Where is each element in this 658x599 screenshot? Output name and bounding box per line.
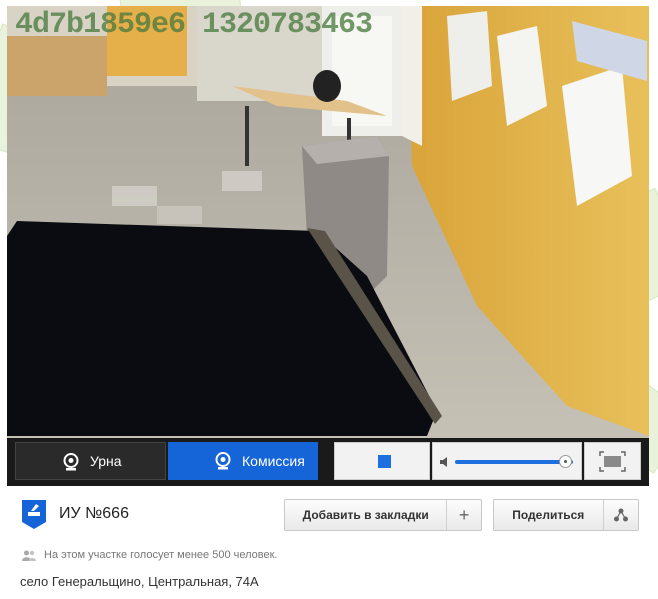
camera-urna-label: Урна xyxy=(90,453,122,469)
share-label: Поделиться xyxy=(512,508,585,522)
ballot-box-icon xyxy=(22,500,46,529)
fullscreen-control xyxy=(584,442,641,480)
fullscreen-icon[interactable] xyxy=(599,451,626,472)
volume-slider-handle[interactable] xyxy=(559,455,572,468)
station-address: село Генеральщино, Центральная, 74А xyxy=(20,574,259,589)
add-bookmark-label: Добавить в закладки xyxy=(302,508,429,522)
share-icon xyxy=(603,508,638,522)
volume-control xyxy=(432,442,582,480)
camera-urna-button[interactable]: Урна xyxy=(15,442,166,480)
share-button[interactable]: Поделиться xyxy=(493,499,639,531)
speaker-icon[interactable] xyxy=(439,456,451,468)
video-watermark: 4d7b1859e6 1320783463 xyxy=(15,8,373,42)
webcam-icon xyxy=(215,452,231,470)
camera-komissiya-button[interactable]: Комиссия xyxy=(168,442,318,480)
video-frame xyxy=(7,6,649,486)
voters-note: На этом участке голосует менее 500 челов… xyxy=(22,549,277,561)
station-info-panel: ИУ №666 Добавить в закладки + Поделиться… xyxy=(0,487,658,599)
add-bookmark-button[interactable]: Добавить в закладки + xyxy=(284,499,482,531)
camera-komissiya-label: Комиссия xyxy=(242,453,305,469)
station-title: ИУ №666 xyxy=(59,505,129,522)
webcam-icon xyxy=(63,453,79,471)
plus-icon: + xyxy=(458,504,470,525)
video-player[interactable]: 4d7b1859e6 1320783463 Урна Комиссия xyxy=(7,6,649,486)
voters-note-text: На этом участке голосует менее 500 челов… xyxy=(44,549,278,561)
stop-control xyxy=(334,442,430,480)
stop-icon[interactable] xyxy=(378,455,391,468)
people-icon xyxy=(22,550,36,561)
volume-slider-track[interactable] xyxy=(455,460,573,464)
player-control-bar: Урна Комиссия xyxy=(7,438,649,486)
